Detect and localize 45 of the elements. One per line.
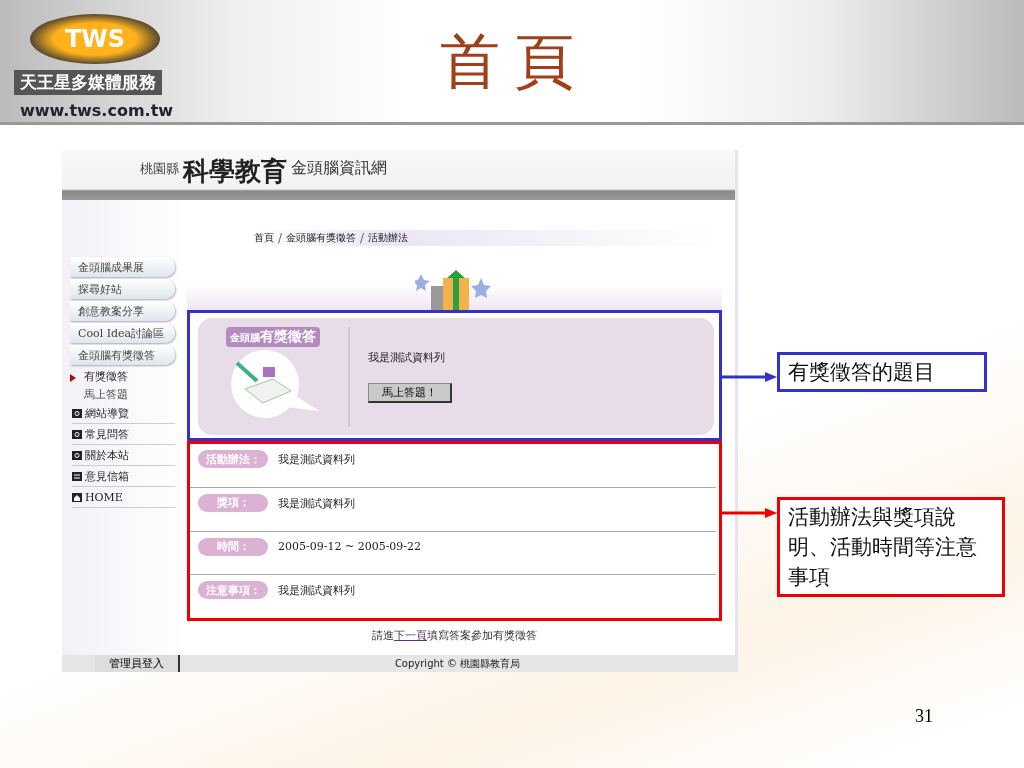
breadcrumb-separator: /: [359, 231, 366, 245]
detail-value: 我是測試資料列: [278, 495, 355, 511]
detail-label: 時間：: [198, 537, 268, 556]
banner-county: 桃園縣: [140, 160, 179, 178]
breadcrumb-link[interactable]: 金頭腦有獎徵答: [286, 231, 357, 245]
next-page-hint: 請進下一頁填寫答案參加有獎徵答: [372, 627, 537, 643]
next-page-link[interactable]: 下一頁: [394, 628, 427, 642]
breadcrumb-link[interactable]: 首頁: [254, 231, 274, 245]
quiz-badge-title: 金頭腦有獎徵答: [226, 326, 320, 347]
breadcrumb-link[interactable]: 活動辦法: [368, 231, 409, 245]
sidebar-button[interactable]: 金頭腦有獎徵答: [70, 345, 175, 365]
sidebar-button[interactable]: 創意教案分享: [70, 301, 175, 321]
detail-value: 2005-09-12 ~ 2005-09-22: [278, 538, 422, 553]
admin-login-button[interactable]: 管理員登入: [95, 655, 180, 672]
submenu-item[interactable]: 有獎徵答: [84, 368, 128, 384]
detail-value: 我是測試資料列: [278, 583, 355, 599]
copyright-text: Copyright © 桃園縣教育局: [393, 657, 522, 671]
breadcrumb-separator: /: [277, 231, 284, 245]
callout-box: 活動辦法與獎項說明、活動時間等注意事項: [777, 497, 1005, 597]
sidebar-link[interactable]: 關於本站: [85, 447, 129, 463]
callout-box: 有獎徵答的題目: [777, 352, 987, 392]
home-icon: [72, 492, 82, 502]
logo-emblem: TWS: [30, 14, 160, 64]
sidebar-link[interactable]: 常見問答: [85, 426, 129, 442]
answer-button[interactable]: 馬上答題！: [368, 383, 452, 403]
sidebar-link[interactable]: 意見信箱: [85, 468, 129, 484]
banner-title: 科學教育: [183, 155, 287, 188]
slide-title: 首頁: [440, 25, 588, 94]
detail-label: 活動辦法：: [198, 450, 268, 468]
detail-label: 獎項：: [198, 493, 268, 512]
page-number: 31: [915, 706, 933, 727]
sidebar-button[interactable]: 金頭腦成果展: [70, 257, 175, 277]
sidebar-link[interactable]: HOME: [85, 490, 123, 504]
logo-url: www.tws.com.tw: [19, 101, 174, 120]
pointer-icon: [70, 374, 76, 382]
sidebar-button[interactable]: Cool Idea討論區: [70, 323, 175, 343]
quiz-question: 我是測試資料列: [368, 350, 446, 365]
mail-icon: [72, 471, 82, 481]
sidebar-link[interactable]: 網站導覽: [85, 405, 129, 421]
logo-name: 天王星多媒體服務: [14, 70, 162, 95]
sidebar-button[interactable]: 探尋好站: [70, 279, 175, 299]
detail-label: 注意事項：: [198, 581, 268, 600]
submenu-item[interactable]: 馬上答題: [84, 386, 128, 402]
detail-value: 我是測試資料列: [278, 452, 355, 467]
banner-subtitle: 金頭腦資訊網: [291, 157, 387, 179]
